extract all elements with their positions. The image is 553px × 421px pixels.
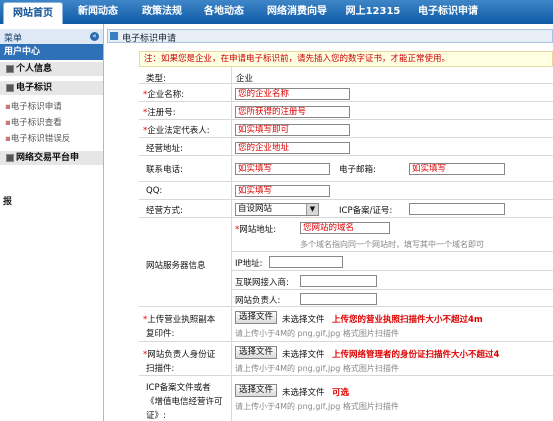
sidebar-item-label: 个人信息 [16,64,53,74]
folder-icon [6,65,14,73]
sidebar-overflow-text: 报 [3,197,13,207]
license-choose-file-button[interactable]: 选择文件 [235,311,278,324]
sidebar-sub-apply[interactable]: ▪电子标识申请 [5,100,62,112]
address-label: 经营地址: [146,144,183,154]
icp-hint: 请上传小于4M的 png,gif,jpg 格式图片扫描件 [235,402,399,411]
registration-number-field[interactable]: 您所获得的注册号 [235,106,350,118]
panel-icon [110,32,118,40]
nav-12315[interactable]: 网上12315 [342,0,404,24]
icp-choose-file-button[interactable]: 选择文件 [235,384,278,397]
license-instruction: 上传您的营业执照扫描件大小不超过4m [332,315,483,325]
nav-news[interactable]: 新闻动态 [70,0,126,24]
icp-field[interactable] [409,203,505,215]
id-file-status: 未选择文件 [282,350,325,360]
id-choose-file-button[interactable]: 选择文件 [235,346,278,359]
sidebar-title: 菜单 [4,34,23,44]
owner-field[interactable] [300,293,377,305]
user-center[interactable]: 用户中心 [0,44,103,60]
divider [139,306,553,307]
license-label: *上传营业执照副本 [143,315,216,325]
sidebar-header: 菜单 « [0,29,103,45]
company-name-field[interactable]: 您的企业名称 [235,88,350,100]
icp-optional-note: 可选 [332,388,350,398]
sidebar-sub-error[interactable]: ▪电子标识错误反 [5,132,70,144]
legal-rep-label: *企业法定代表人: [143,126,210,136]
address-field[interactable]: 您的企业地址 [235,142,350,154]
divider [139,341,553,342]
site-url-field[interactable]: 您网站的域名 [300,222,390,234]
divider [139,119,553,120]
folder-icon [6,154,14,162]
sidebar-item-label: 电子标识 [16,83,53,93]
sidebar-item-label: 网络交易平台申 [16,153,80,163]
company-label: *企业名称: [143,90,185,100]
phone-field[interactable]: 如实填写 [235,163,330,175]
registration-label: *注册号: [143,108,176,118]
icp-file-label-cont: 《增值电信经营许可 [146,397,223,407]
business-mode-select[interactable]: 自设网站 ▼ [235,203,319,216]
isp-field[interactable] [300,275,377,287]
site-label: *网站地址: [235,225,277,235]
icp-file-label-end: 证》: [146,411,166,421]
nav-guide[interactable]: 网络消费向导 [258,0,336,24]
owner-label: 网站负责人: [235,296,281,306]
email-field[interactable]: 如实填写 [409,163,505,175]
id-label-cont: 扫描件: [146,364,175,374]
id-label: *网站负责人身份证 [143,350,216,360]
divider [231,289,553,290]
divider [139,181,553,182]
folder-icon [6,84,14,92]
isp-label: 互联网接入商: [235,278,289,288]
type-value: 企业 [236,74,254,84]
type-label: 类型: [146,74,166,84]
sidebar: 菜单 « 用户中心 个人信息 电子标识 ▪电子标识申请 ▪电子标识查看 ▪电子标… [0,24,104,421]
nav-local[interactable]: 各地动态 [196,0,252,24]
divider [139,199,553,200]
sidebar-item-e-label[interactable]: 电子标识 [0,81,103,96]
nav-home[interactable]: 网站首页 [3,2,63,25]
business-mode-value: 自设网站 [238,204,273,214]
sidebar-sub-view[interactable]: ▪电子标识查看 [5,116,62,128]
divider [139,217,553,218]
site-hint: 多个域名指向同一个网站时，填写其中一个域名即可 [300,240,484,249]
license-label-cont: 复印件: [146,329,175,339]
id-instruction: 上传网络管理者的身份证扫描件大小不超过4 [332,350,500,360]
page-title: 电子标识申请 [122,34,177,44]
application-form: 注：如果您是企业，在申请电子标识前，请先插入您的数字证书，才能正常使用。 类型:… [139,51,553,421]
id-hint: 请上传小于4M的 png,gif,jpg 格式图片扫描件 [235,364,399,373]
chevron-down-icon: ▼ [306,204,318,215]
qq-field[interactable]: 如实填写 [235,185,330,197]
divider [139,375,553,376]
ip-field[interactable] [269,256,343,268]
icp-file-status: 未选择文件 [282,388,325,398]
top-nav: 网站首页 新闻动态 政策法规 各地动态 网络消费向导 网上12315 电子标识申… [0,0,553,25]
main-content: 电子标识申请 注：如果您是企业，在申请电子标识前，请先插入您的数字证书，才能正常… [107,24,553,421]
divider [231,270,553,271]
mode-label: 经营方式: [146,206,183,216]
divider [139,155,553,156]
legal-rep-field[interactable]: 如实填写即可 [235,124,350,136]
nav-e-label[interactable]: 电子标识申请 [410,0,486,24]
divider [139,83,553,84]
sidebar-item-personal-info[interactable]: 个人信息 [0,62,103,77]
divider [139,101,553,102]
license-hint: 请上传小于4M的 png,gif,jpg 格式图片扫描件 [235,329,399,338]
phone-label: 联系电话: [146,165,183,175]
divider [231,67,232,421]
sidebar-item-platform[interactable]: 网络交易平台申 [0,151,103,166]
server-info-label: 网站服务器信息 [146,261,206,271]
divider [231,251,553,252]
certificate-notice: 注：如果您是企业，在申请电子标识前，请先插入您的数字证书，才能正常使用。 [139,51,553,67]
ip-label: IP地址: [235,259,263,269]
icp-label: ICP备案/证号: [339,206,393,216]
license-file-status: 未选择文件 [282,315,325,325]
divider [139,137,553,138]
qq-label: QQ: [146,186,163,196]
collapse-icon[interactable]: « [90,32,99,41]
panel-title-bar: 电子标识申请 [107,29,553,44]
email-label: 电子邮箱: [339,165,376,175]
icp-file-label: ICP备案文件或者 [146,383,211,393]
nav-policy[interactable]: 政策法规 [134,0,190,24]
